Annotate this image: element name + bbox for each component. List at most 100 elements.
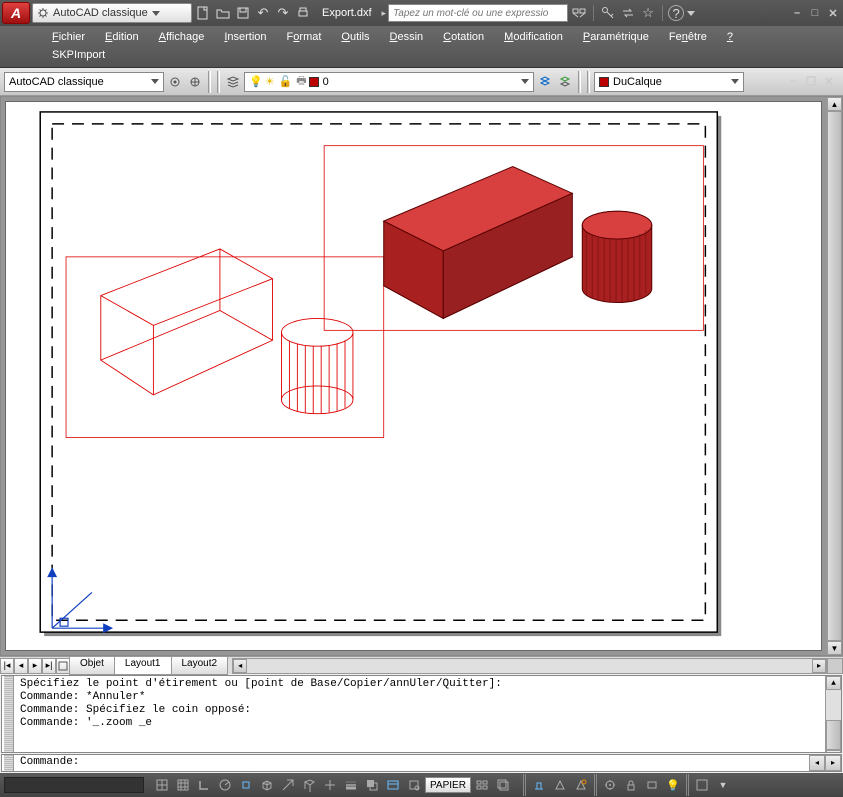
ws-switch-icon[interactable]	[600, 776, 620, 794]
drawing-content	[6, 102, 821, 650]
menu-fichier[interactable]: Fichier	[42, 28, 95, 46]
annoscale-icon[interactable]	[529, 776, 549, 794]
gear-icon	[37, 7, 49, 19]
command-grip[interactable]	[4, 676, 14, 752]
tab-last-button[interactable]: ▸|	[42, 658, 56, 674]
menu-dessin[interactable]: Dessin	[380, 28, 434, 46]
layer-states-icon[interactable]	[556, 73, 574, 91]
cmd-vscroll[interactable]: ▲▼	[825, 676, 841, 752]
command-grip2[interactable]	[4, 755, 14, 771]
minimize-button[interactable]: –	[789, 6, 805, 20]
help-icon[interactable]: ?	[668, 5, 684, 21]
search-input[interactable]	[388, 4, 568, 22]
polar-icon[interactable]	[215, 776, 235, 794]
transparency-icon[interactable]	[362, 776, 382, 794]
layer-manager-icon[interactable]	[224, 73, 242, 91]
clean-screen-icon[interactable]	[692, 776, 712, 794]
menu-cotation[interactable]: Cotation	[433, 28, 494, 46]
search-icon[interactable]	[570, 4, 588, 22]
qp-icon[interactable]	[383, 776, 403, 794]
sc-icon[interactable]	[404, 776, 424, 794]
menu-skpimport[interactable]: SKPImport	[42, 46, 115, 64]
tab-prev-button[interactable]: ◂	[14, 658, 28, 674]
maximize-button[interactable]: □	[807, 6, 823, 20]
mdi-close[interactable]: ✕	[821, 74, 837, 88]
lock-icon: 🔓	[279, 75, 293, 88]
workspace-settings-icon[interactable]	[166, 73, 184, 91]
snap-mode-icon[interactable]	[152, 776, 172, 794]
command-input[interactable]: Commande: ▸ ◂	[1, 754, 842, 772]
menu-edition[interactable]: Edition	[95, 28, 149, 46]
vertical-scrollbar[interactable]: ▲ ▼	[826, 97, 842, 655]
cmd-line: Spécifiez le point d'étirement ou [point…	[20, 678, 839, 691]
osnap-icon[interactable]	[236, 776, 256, 794]
workspace-dropdown[interactable]: AutoCAD classique	[32, 3, 192, 23]
color-label: DuCalque	[613, 76, 662, 88]
key-icon[interactable]	[599, 4, 617, 22]
workspace-save-icon[interactable]	[186, 73, 204, 91]
exchange-icon[interactable]	[619, 4, 637, 22]
otrack-icon[interactable]	[278, 776, 298, 794]
menu-outils[interactable]: Outils	[331, 28, 379, 46]
bulb-icon: 💡	[249, 75, 263, 88]
close-button[interactable]: ✕	[825, 6, 841, 20]
cmd-scroll-left[interactable]: ◂	[809, 755, 825, 771]
menu-insertion[interactable]: Insertion	[214, 28, 276, 46]
mdi-minimize[interactable]: –	[785, 74, 801, 88]
help-dropdown-icon[interactable]	[686, 4, 696, 22]
redo-icon[interactable]: ↷	[274, 4, 292, 22]
menu-modification[interactable]: Modification	[494, 28, 573, 46]
print-icon[interactable]	[294, 4, 312, 22]
osnap3d-icon[interactable]	[257, 776, 277, 794]
ortho-icon[interactable]	[194, 776, 214, 794]
undo-icon[interactable]: ↶	[254, 4, 272, 22]
menu-fenetre[interactable]: Fenêtre	[659, 28, 717, 46]
command-history[interactable]: Spécifiez le point d'étirement ou [point…	[1, 675, 842, 753]
layer-combo[interactable]: 💡 ☀ 🔓 🖶 0	[244, 72, 534, 92]
scroll-down-button[interactable]: ▼	[827, 641, 842, 655]
open-icon[interactable]	[214, 4, 232, 22]
new-icon[interactable]	[194, 4, 212, 22]
tab-next-button[interactable]: ▸	[28, 658, 42, 674]
coords-display[interactable]	[4, 777, 144, 793]
quickview-drawings-icon[interactable]	[493, 776, 513, 794]
app-logo[interactable]: A	[2, 2, 30, 24]
tab-layout1[interactable]: Layout1	[114, 657, 172, 675]
cmd-line: Commande: Spécifiez le coin opposé:	[20, 704, 839, 717]
dyn-icon[interactable]	[320, 776, 340, 794]
save-icon[interactable]	[234, 4, 252, 22]
status-bar: PAPIER 💡 ▼	[0, 773, 843, 797]
scroll-right-button[interactable]: ▸	[812, 659, 826, 673]
layer-prev-icon[interactable]	[536, 73, 554, 91]
favorite-icon[interactable]: ☆	[639, 4, 657, 22]
scroll-left-button[interactable]: ◂	[233, 659, 247, 673]
cmd-scroll-right[interactable]: ▸	[825, 755, 841, 771]
tab-layout2[interactable]: Layout2	[171, 657, 229, 675]
mdi-restore[interactable]: ❐	[803, 74, 819, 88]
color-combo[interactable]: DuCalque	[594, 72, 744, 92]
isolate-icon[interactable]: 💡	[663, 776, 683, 794]
model-paper-toggle[interactable]: PAPIER	[425, 777, 471, 793]
scroll-up-button[interactable]: ▲	[827, 97, 842, 111]
grid-icon[interactable]	[173, 776, 193, 794]
menu-format[interactable]: Format	[277, 28, 332, 46]
tab-first-button[interactable]: |◂	[0, 658, 14, 674]
workspace-combo[interactable]: AutoCAD classique	[4, 72, 164, 92]
drawing-canvas[interactable]	[5, 101, 822, 651]
menu-help[interactable]: ?	[717, 28, 743, 46]
quickview-layouts-icon[interactable]	[472, 776, 492, 794]
separator	[593, 5, 594, 21]
annoauto-icon[interactable]	[571, 776, 591, 794]
status-tray-arrow[interactable]: ▼	[713, 776, 733, 794]
lineweight-icon[interactable]	[341, 776, 361, 794]
toolbar-lock-icon[interactable]	[621, 776, 641, 794]
menu-parametrique[interactable]: Paramétrique	[573, 28, 659, 46]
cmd-line: Commande: *Annuler*	[20, 691, 839, 704]
annovis-icon[interactable]	[550, 776, 570, 794]
hardware-accel-icon[interactable]	[642, 776, 662, 794]
menu-affichage[interactable]: Affichage	[149, 28, 215, 46]
properties-toolbar: AutoCAD classique 💡 ☀ 🔓 🖶 0 DuCalque	[0, 68, 843, 96]
tab-objet[interactable]: Objet	[69, 657, 115, 675]
ducs-icon[interactable]	[299, 776, 319, 794]
tab-model-toggle[interactable]	[56, 658, 70, 674]
